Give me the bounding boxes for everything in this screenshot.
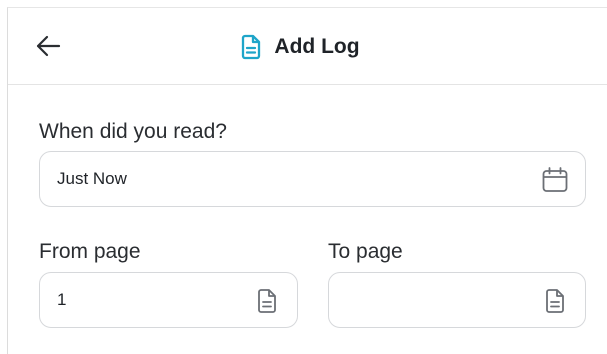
back-button[interactable] (30, 31, 66, 61)
document-icon (253, 287, 281, 315)
from-page-value: 1 (57, 290, 67, 309)
arrow-left-icon (36, 35, 61, 57)
from-page-label: From page (39, 240, 141, 263)
when-field[interactable]: Just Now (39, 151, 586, 207)
header-title-group: Add Log (8, 8, 607, 85)
calendar-icon[interactable] (541, 166, 569, 194)
to-page-label: To page (328, 240, 403, 263)
add-log-screen: Add Log When did you read? Just Now From… (7, 7, 607, 354)
from-page-field[interactable]: 1 (39, 272, 298, 328)
when-value: Just Now (57, 169, 127, 188)
to-page-field[interactable] (328, 272, 586, 328)
when-label: When did you read? (39, 120, 227, 143)
document-icon (242, 34, 261, 59)
page-title: Add Log (274, 34, 360, 58)
header: Add Log (8, 8, 607, 85)
document-icon (541, 287, 569, 315)
